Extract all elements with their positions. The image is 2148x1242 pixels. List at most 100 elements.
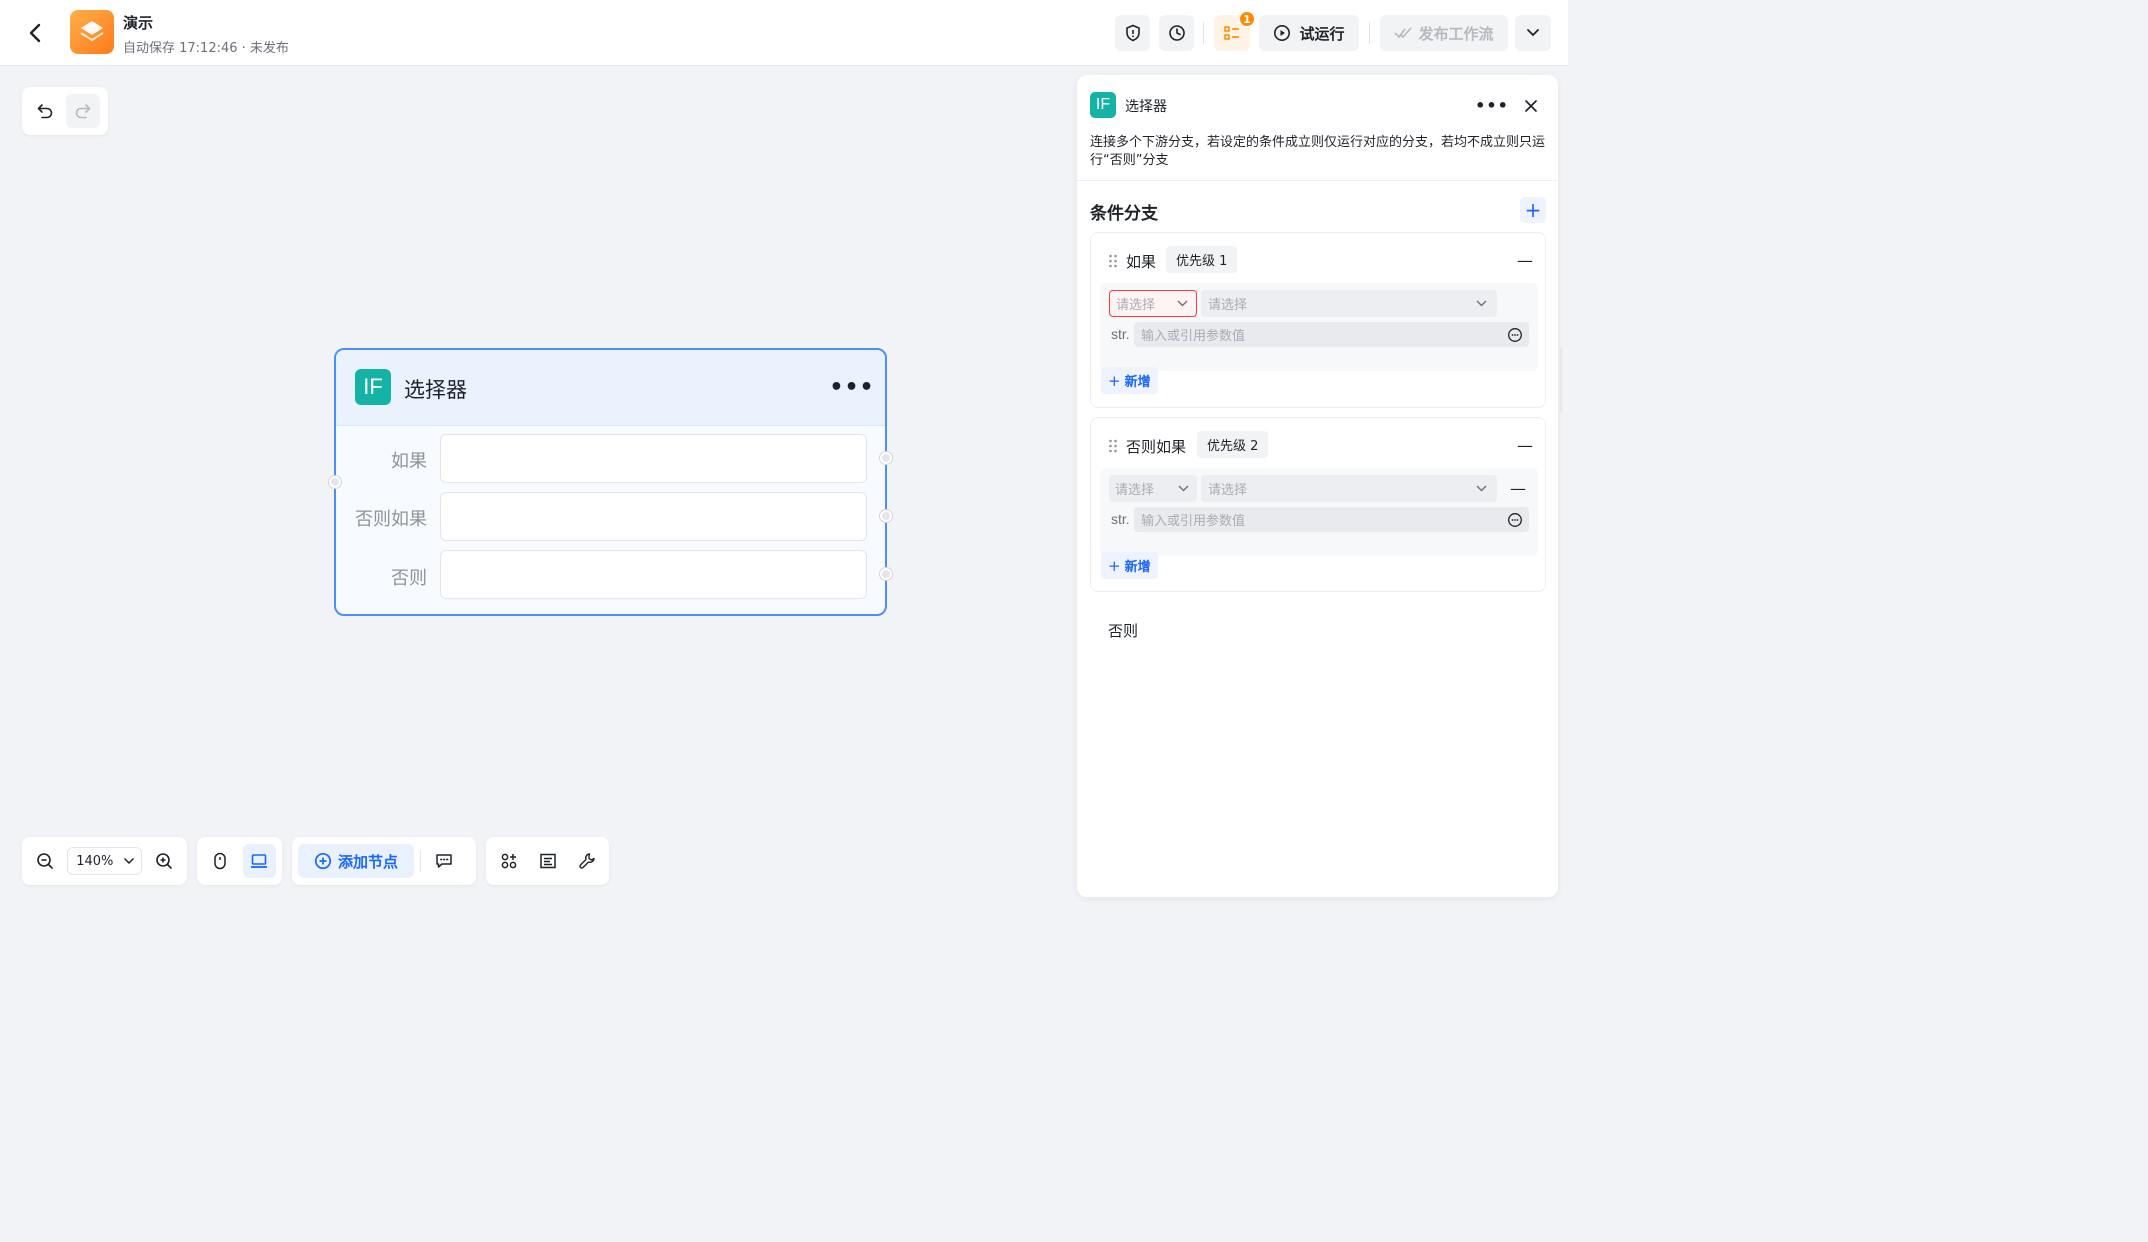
save-status: 自动保存 17:12:46 · 未发布 — [123, 41, 289, 56]
test-run-label: 试运行 — [1299, 24, 1345, 43]
trackpad-mode-button[interactable] — [242, 844, 276, 878]
node-slot-else[interactable] — [440, 550, 867, 599]
variable-icon[interactable] — [1507, 327, 1523, 343]
priority-badge: 优先级 1 — [1166, 246, 1238, 273]
mouse-mode-button[interactable] — [203, 844, 237, 878]
publish-button[interactable]: 发布工作流 — [1380, 15, 1508, 51]
toolbar-separator — [420, 850, 422, 872]
zoom-out-icon — [36, 853, 53, 869]
shield-icon — [1125, 24, 1140, 42]
chevron-down-icon — [1476, 300, 1487, 307]
value-input[interactable]: 输入或引用参数值 — [1134, 507, 1529, 532]
output-port-else[interactable] — [880, 568, 892, 580]
undo-icon — [37, 104, 53, 119]
panel-title[interactable]: 选择器 — [1125, 96, 1167, 116]
chevron-down-icon — [1527, 29, 1539, 37]
branch-card-elseif: 否则如果 优先级 2 — 请选择 请选择 — str. 输入或引用参数值 + 新… — [1090, 417, 1546, 592]
panel-divider — [1077, 180, 1558, 181]
else-branch-label: 否则 — [1108, 622, 1139, 640]
add-node-button[interactable]: 添加节点 — [298, 844, 415, 878]
type-label: str. — [1111, 326, 1130, 342]
publish-dropdown-button[interactable] — [1515, 15, 1551, 51]
branch-title: 如果 — [1126, 253, 1157, 271]
input-port[interactable] — [329, 476, 341, 488]
add-branch-button[interactable]: + — [1520, 197, 1546, 223]
test-run-button[interactable]: 试运行 — [1259, 15, 1359, 51]
node-more-button[interactable]: ••• — [829, 372, 873, 402]
section-title: 条件分支 — [1090, 204, 1158, 224]
node-slot-if[interactable] — [440, 434, 867, 483]
note-button[interactable] — [531, 844, 564, 878]
chevron-down-icon — [1178, 485, 1189, 492]
operator-select[interactable]: 请选择 — [1201, 290, 1497, 317]
variable-icon[interactable] — [1507, 512, 1523, 528]
value-placeholder: 输入或引用参数值 — [1141, 329, 1246, 344]
branch-card-if: 如果 优先级 1 — 请选择 请选择 str. 输入或引用参数值 + 新增 — [1090, 232, 1546, 408]
drag-handle-icon[interactable] — [1108, 253, 1118, 269]
add-condition-button[interactable]: + 新增 — [1101, 552, 1158, 579]
remove-condition-button[interactable]: — — [1507, 477, 1529, 499]
zoom-select[interactable]: 140% — [67, 847, 142, 875]
add-condition-label: 新增 — [1124, 375, 1151, 390]
top-bar: 演示 自动保存 17:12:46 · 未发布 1 试运行 发布工作流 — [0, 0, 1568, 66]
chevron-down-icon — [1177, 300, 1188, 307]
wrench-icon — [578, 853, 595, 869]
node-header: IF 选择器 ••• — [336, 350, 885, 426]
panel-close-button[interactable] — [1517, 93, 1545, 119]
tools-group — [486, 837, 609, 885]
auto-layout-button[interactable] — [492, 844, 525, 878]
selector-node[interactable]: IF 选择器 ••• 如果 否则如果 否则 — [334, 348, 887, 616]
operator-select[interactable]: 请选择 — [1201, 475, 1497, 502]
node-slot-elseif[interactable] — [440, 492, 867, 541]
security-button[interactable] — [1115, 15, 1150, 51]
remove-branch-button[interactable]: — — [1515, 250, 1535, 270]
operator-select-placeholder: 请选择 — [1208, 483, 1248, 498]
condition-row: 请选择 请选择 str. 输入或引用参数值 — [1100, 283, 1538, 371]
left-select-placeholder: 请选择 — [1116, 298, 1156, 313]
add-node-group: 添加节点 — [292, 837, 476, 885]
output-port-if[interactable] — [880, 452, 892, 464]
comment-icon — [436, 854, 452, 868]
node-row-label-if: 如果 — [391, 451, 427, 472]
toolbar-divider — [1369, 22, 1370, 44]
left-variable-select[interactable]: 请选择 — [1109, 475, 1197, 502]
value-input[interactable]: 输入或引用参数值 — [1134, 322, 1529, 347]
close-icon — [1525, 100, 1537, 112]
add-node-label: 添加节点 — [338, 852, 399, 871]
value-placeholder: 输入或引用参数值 — [1141, 514, 1246, 529]
priority-badge: 优先级 2 — [1197, 431, 1269, 458]
panel-more-button[interactable]: ••• — [1475, 93, 1508, 117]
panel-resize-handle[interactable] — [1560, 348, 1562, 412]
zoom-out-button[interactable] — [28, 844, 61, 878]
add-condition-label: 新增 — [1124, 560, 1151, 575]
type-label: str. — [1111, 511, 1130, 527]
condition-row: 请选择 请选择 — str. 输入或引用参数值 — [1100, 468, 1538, 556]
redo-icon — [75, 104, 91, 119]
zoom-value: 140% — [76, 853, 114, 869]
node-config-panel: IF 选择器 ••• 连接多个下游分支，若设定的条件成立则仅运行对应的分支，若均… — [1077, 75, 1558, 897]
history-button[interactable] — [1159, 15, 1194, 51]
remove-branch-button[interactable]: — — [1515, 435, 1535, 455]
back-button[interactable] — [22, 20, 48, 46]
left-select-placeholder: 请选择 — [1115, 483, 1155, 498]
redo-button[interactable] — [66, 94, 100, 128]
panel-description: 连接多个下游分支，若设定的条件成立则仅运行对应的分支，若均不成立则只运行“否则”… — [1090, 135, 1546, 168]
back-icon — [29, 23, 41, 43]
zoom-in-button[interactable] — [148, 844, 181, 878]
interaction-mode-group — [197, 837, 282, 885]
history-icon — [1168, 25, 1185, 41]
drag-handle-icon[interactable] — [1108, 438, 1118, 454]
if-icon: IF — [355, 369, 391, 405]
log-icon — [1224, 26, 1239, 40]
left-variable-select[interactable]: 请选择 — [1109, 290, 1197, 317]
publish-label: 发布工作流 — [1418, 24, 1494, 43]
chevron-down-icon — [1476, 485, 1487, 492]
output-port-elseif[interactable] — [880, 510, 892, 522]
add-condition-button[interactable]: + 新增 — [1101, 367, 1158, 394]
tools-button[interactable] — [570, 844, 603, 878]
undo-button[interactable] — [28, 94, 62, 128]
branch-title: 否则如果 — [1126, 438, 1187, 456]
comment-button[interactable] — [427, 844, 461, 878]
play-icon — [1274, 25, 1291, 41]
note-icon — [539, 853, 556, 869]
